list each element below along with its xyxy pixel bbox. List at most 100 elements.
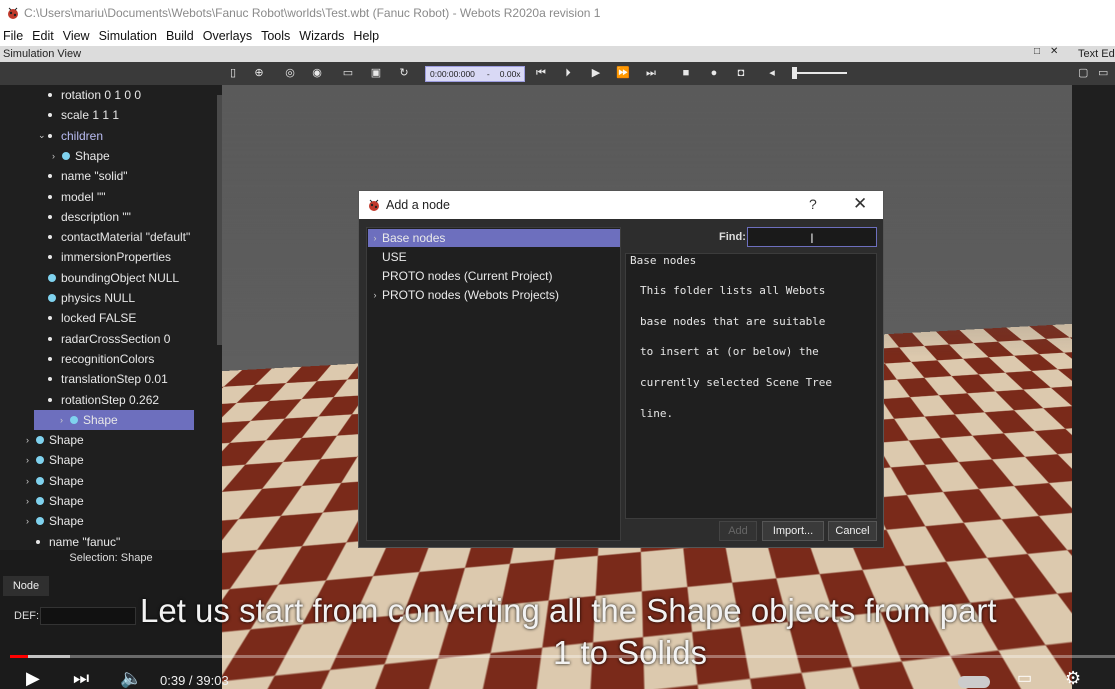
- scene-tree-row[interactable]: ⌄ children: [0, 126, 103, 146]
- dialog-title-bar: Add a node ? ✕: [359, 191, 883, 219]
- video-progress-bar[interactable]: [10, 655, 1115, 658]
- play-icon[interactable]: ▶: [589, 66, 603, 80]
- help-button[interactable]: ?: [809, 196, 817, 212]
- volume-icon[interactable]: 🔈: [120, 668, 142, 689]
- scene-tree-row-label: name "fanuc": [49, 534, 121, 549]
- node-category-item[interactable]: › PROTO nodes (Webots Projects): [368, 286, 620, 304]
- window-title-bar: C:\Users\mariu\Documents\Webots\Fanuc Ro…: [0, 0, 1115, 26]
- import-button[interactable]: Import...: [762, 521, 824, 541]
- add-button[interactable]: Add: [719, 521, 757, 541]
- tab-node[interactable]: Node: [3, 576, 49, 596]
- scene-tree-row[interactable]: › Shape: [0, 491, 84, 511]
- node-ball-icon: [36, 497, 44, 505]
- chevron-right-icon[interactable]: ›: [60, 415, 70, 425]
- play-icon[interactable]: ▶: [26, 668, 40, 689]
- next-video-icon[interactable]: ⏭: [73, 668, 89, 689]
- chevron-right-icon[interactable]: ›: [26, 496, 36, 506]
- scene-tree-row[interactable]: physics NULL: [0, 288, 135, 308]
- chevron-right-icon[interactable]: ›: [26, 476, 36, 486]
- scene-tree-row[interactable]: recognitionColors: [0, 349, 154, 369]
- fast-icon[interactable]: ⏩: [616, 66, 630, 80]
- menu-wizards[interactable]: Wizards: [296, 29, 350, 43]
- stop-record-icon[interactable]: ■: [679, 66, 693, 80]
- add-node-icon[interactable]: ⊕: [252, 66, 266, 80]
- scene-tree-row[interactable]: › Shape: [34, 409, 194, 430]
- text-editor-toolbar: ▢ ▭: [1072, 62, 1115, 85]
- dock-close-button[interactable]: ✕: [1050, 46, 1058, 57]
- scene-tree-row[interactable]: › Shape: [0, 511, 84, 531]
- scene-tree-row[interactable]: name "solid": [0, 166, 128, 186]
- subtitles-icon[interactable]: ▭: [1017, 668, 1032, 688]
- settings-gear-icon[interactable]: ⚙: [1065, 668, 1081, 689]
- volume-icon[interactable]: ◂: [765, 66, 779, 80]
- speed-separator: -: [486, 69, 490, 79]
- scene-tree-row[interactable]: contactMaterial "default": [0, 227, 190, 247]
- scene-tree-row[interactable]: immersionProperties: [0, 247, 171, 267]
- new-file-icon[interactable]: ▢: [1078, 66, 1088, 79]
- menu-simulation[interactable]: Simulation: [96, 29, 163, 43]
- scene-tree-row[interactable]: radarCrossSection 0: [0, 329, 170, 349]
- menu-tools[interactable]: Tools: [258, 29, 296, 43]
- chevron-right-icon[interactable]: ›: [26, 435, 36, 445]
- scene-tree[interactable]: rotation 0 1 0 0 scale 1 1 1 ⌄ children › Sha…: [0, 85, 222, 550]
- description-title: Base nodes: [630, 254, 697, 267]
- autoplay-toggle[interactable]: [958, 676, 990, 688]
- scene-tree-row[interactable]: model "": [0, 187, 106, 207]
- scene-tree-row-label: Shape: [49, 494, 84, 508]
- viewpoint-icon[interactable]: ◎: [283, 66, 297, 80]
- scene-tree-row[interactable]: › Shape: [0, 430, 84, 450]
- scene-tree-row[interactable]: rotation 0 1 0 0: [0, 85, 141, 105]
- chevron-right-icon[interactable]: ›: [26, 455, 36, 465]
- scene-tree-row[interactable]: › Shape: [0, 146, 110, 166]
- node-category-item[interactable]: › Base nodes: [368, 229, 620, 247]
- volume-slider-track[interactable]: [795, 72, 847, 74]
- screenshot-icon[interactable]: ◘: [734, 66, 748, 80]
- step-icon[interactable]: ⏵: [561, 66, 575, 80]
- eye-icon[interactable]: ◉: [310, 66, 324, 80]
- chevron-down-icon[interactable]: ⌄: [38, 130, 48, 141]
- node-ball-icon: [48, 294, 56, 302]
- scene-tree-row[interactable]: rotationStep 0.262: [0, 390, 159, 410]
- scene-tree-row[interactable]: name "fanuc": [0, 532, 120, 550]
- save-icon[interactable]: ▣: [369, 66, 383, 80]
- scene-tree-row-label: model "": [61, 189, 106, 204]
- text-editor-label: Text Ed: [1072, 46, 1115, 62]
- cancel-button[interactable]: Cancel: [828, 521, 877, 541]
- scene-tree-row-label: locked FALSE: [61, 311, 137, 326]
- field-bullet-icon: [48, 377, 52, 382]
- played-bar: [10, 655, 29, 658]
- scene-tree-row[interactable]: description "": [0, 207, 131, 227]
- chevron-right-icon[interactable]: ›: [368, 290, 382, 300]
- find-input[interactable]: I: [747, 227, 877, 247]
- menu-overlays[interactable]: Overlays: [200, 29, 258, 43]
- def-input[interactable]: [40, 607, 136, 625]
- scene-tree-row[interactable]: locked FALSE: [0, 308, 136, 328]
- fastest-icon[interactable]: ⏭: [644, 66, 658, 80]
- menu-edit[interactable]: Edit: [29, 29, 60, 43]
- scene-tree-row[interactable]: boundingObject NULL: [0, 268, 179, 288]
- toggle-scene-tree-icon[interactable]: ▯: [226, 66, 240, 80]
- open-folder-icon[interactable]: ▭: [341, 66, 355, 80]
- reload-icon[interactable]: ↻: [397, 66, 411, 80]
- close-button[interactable]: ✕: [853, 194, 867, 214]
- scene-tree-row[interactable]: scale 1 1 1: [0, 105, 119, 125]
- scene-tree-row[interactable]: › Shape: [0, 471, 84, 491]
- reset-icon[interactable]: ⏮: [534, 66, 548, 80]
- node-category-item[interactable]: USE: [368, 248, 620, 266]
- menu-view[interactable]: View: [60, 29, 96, 43]
- menu-file[interactable]: File: [0, 29, 29, 43]
- scene-tree-row[interactable]: › Shape: [0, 450, 84, 470]
- scene-tree-row-label: Shape: [49, 433, 84, 448]
- volume-slider-handle[interactable]: [792, 67, 797, 79]
- menu-build[interactable]: Build: [163, 29, 200, 43]
- chevron-right-icon[interactable]: ›: [26, 516, 36, 526]
- scene-tree-row[interactable]: translationStep 0.01: [0, 369, 168, 389]
- chevron-right-icon[interactable]: ›: [52, 151, 62, 161]
- node-category-list[interactable]: › Base nodes USE PROTO nodes (Current Proje…: [366, 227, 621, 541]
- node-category-item[interactable]: PROTO nodes (Current Project): [368, 267, 620, 285]
- open-file-icon[interactable]: ▭: [1098, 66, 1108, 79]
- dock-float-button[interactable]: □: [1034, 46, 1040, 57]
- chevron-right-icon[interactable]: ›: [368, 233, 382, 243]
- record-icon[interactable]: ●: [707, 66, 721, 80]
- menu-help[interactable]: Help: [350, 29, 385, 43]
